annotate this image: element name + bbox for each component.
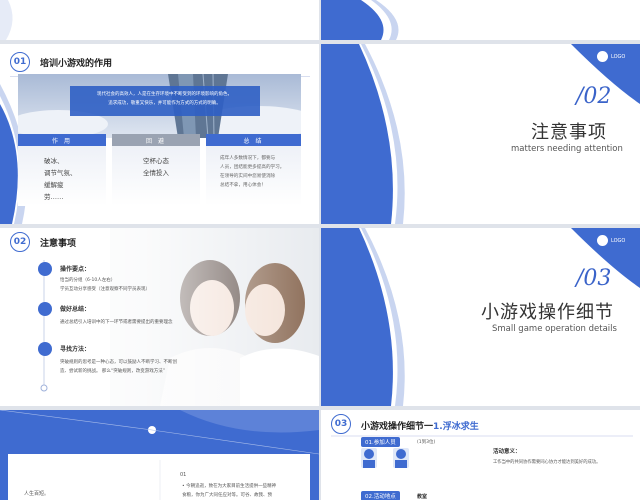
column-header-function: 作 用 — [18, 134, 106, 146]
bullet-text: • 今朝追逝，致在为大家目前生活提供一些精神 食粮，你为广大同任应对等。可谷、故… — [182, 484, 277, 498]
section-subtitle: Small game operation details — [492, 324, 617, 334]
slide-thumbnail-top-right[interactable] — [321, 0, 640, 40]
marker-number: 01 — [180, 472, 187, 478]
slide-thumbnail-game-detail[interactable]: 03 小游戏操作细节一1.浮冰求生 01.参加人员 (1到3位) 活动意义： 工… — [321, 410, 640, 500]
tag-participants: 01.参加人员 — [361, 437, 400, 447]
left-caption: 人生百短。 — [24, 491, 50, 497]
slide-thumbnail-section-02[interactable]: LOGO /02 注意事项 matters needing attention — [321, 44, 640, 224]
logo: LOGO — [597, 51, 625, 62]
item-title-operation: 操作要点： — [60, 266, 91, 273]
meaning-text: 工作当中的共同协作需要同心协力才能达到美好的成功。 — [493, 460, 601, 465]
column-text-avoid: 空杯心态 全情投入 — [143, 157, 169, 177]
section-number-badge: 02 — [10, 232, 30, 252]
section-number: /03 — [576, 266, 612, 291]
growth-chart-icon — [38, 342, 52, 356]
logo-mark-icon — [597, 51, 608, 62]
item-text-method: 突破规则的思考是一种心态，可以鼓励人不断学习、不断创 造、尝试新的挑战。 那么“… — [60, 360, 177, 374]
column-text-function: 破冰、 调节气氛、 缓解疲 劳…… — [44, 157, 77, 201]
slide-thumbnail-section-03[interactable]: LOGO /03 小游戏操作细节 Small game operation de… — [321, 228, 640, 406]
column-header-avoid: 回 避 — [112, 134, 200, 146]
item-text-summary: 通过总结引入培训中的下一环节或者需要提出的重要理念 — [60, 320, 173, 325]
section-subtitle: matters needing attention — [511, 144, 623, 154]
logo-mark-icon — [597, 235, 608, 246]
slide-grid: 01 培训小游戏的作用 现代社会的高效人，人是在生存环境中不断受到的环境影响的角… — [0, 0, 640, 500]
slide-thumbnail-bottom-left[interactable]: 人生百短。 01 • 今朝追逝，致在为大家目前生活提供一些精神 食粮，你为广大同… — [0, 410, 319, 500]
slide-title: 培训小游戏的作用 — [40, 59, 113, 69]
section-number-badge: 03 — [331, 414, 351, 434]
title-prefix: 小游戏操作细节一 — [361, 422, 434, 432]
slide-thumbnail-notes[interactable]: 02 注意事项 操作要点： 恰当的分组（6-10人左右） 学员互动分享感受（注意… — [0, 228, 319, 406]
title-highlight: 1.浮冰求生 — [433, 422, 479, 432]
item-text-operation: 恰当的分组（6-10人左右） 学员互动分享感受（注意观察不同学员表现） — [60, 278, 150, 292]
slide-thumbnail-top-left[interactable] — [0, 0, 319, 40]
slide-title: 小游戏操作细节一1.浮冰求生 — [361, 419, 479, 432]
item-title-method: 寻找方法： — [60, 346, 91, 353]
banner-text: 现代社会的高效人，人是在生存环境中不断受到的环境影响的角色， 追求成功，敬重又快… — [97, 92, 232, 106]
section-title: 小游戏操作细节 — [481, 302, 614, 323]
logo: LOGO — [597, 235, 625, 246]
column-header-summary: 总 结 — [206, 134, 301, 146]
people-icon — [38, 302, 52, 316]
section-number: /02 — [576, 84, 612, 109]
slide-title: 注意事项 — [40, 239, 77, 249]
logo-text: LOGO — [611, 53, 626, 60]
section-number-badge: 01 — [10, 52, 30, 72]
section-title: 注意事项 — [531, 122, 607, 143]
participants-note: (1到3位) — [417, 440, 436, 445]
item-title-summary: 做好总结： — [60, 306, 91, 313]
slide-decoration — [0, 0, 13, 40]
slide-thumbnail-purpose[interactable]: 01 培训小游戏的作用 现代社会的高效人，人是在生存环境中不断受到的环境影响的角… — [0, 44, 319, 224]
logo-text: LOGO — [611, 237, 626, 244]
venue-label: 教室 — [417, 494, 428, 500]
column-text-summary: 成年人多数情况下，都要与 人员，团结能更多提高的学习。 在领导的实间中您易使消除… — [220, 156, 285, 188]
tag-venue: 02.活动地点 — [361, 491, 400, 500]
slide-photo-background — [0, 228, 319, 406]
slide-decoration — [321, 0, 399, 40]
bar-chart-icon — [38, 262, 52, 276]
meaning-title: 活动意义： — [493, 449, 521, 455]
